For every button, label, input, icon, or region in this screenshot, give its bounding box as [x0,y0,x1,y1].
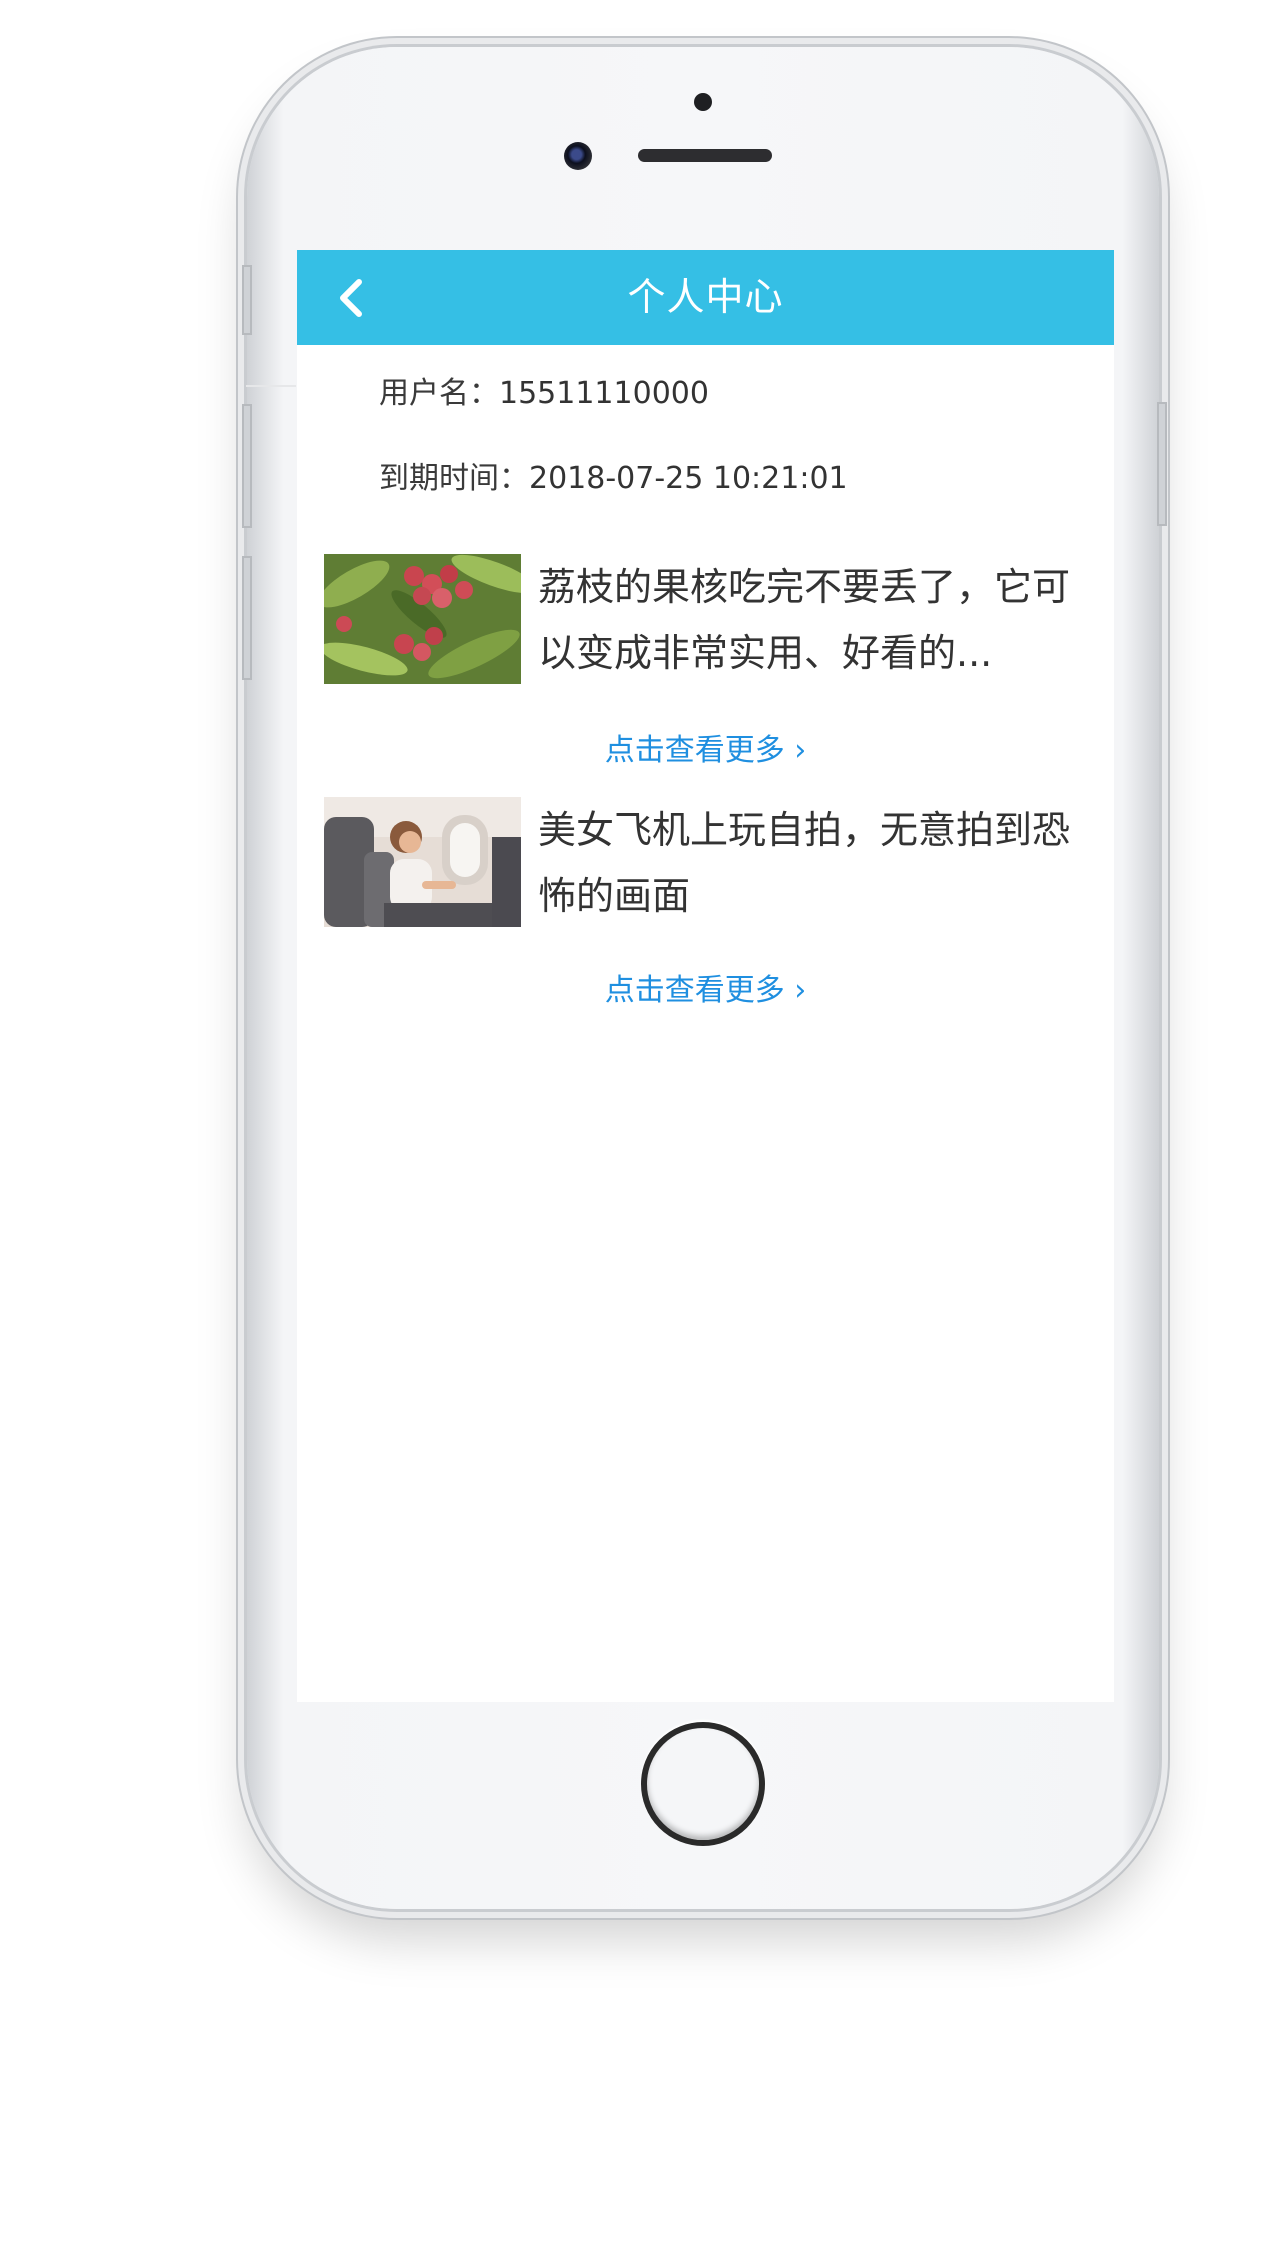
phone-speaker [638,149,772,162]
expire-row: 到期时间：2018-07-25 10:21:01 [379,453,848,497]
view-more-link[interactable]: 点击查看更多 › [297,965,1114,1009]
expire-value: 2018-07-25 10:21:01 [529,461,848,496]
phone-volume-up [242,404,252,528]
article-thumbnail[interactable] [324,797,521,927]
phone-volume-down [242,556,252,680]
page-title: 个人中心 [627,275,784,319]
username-value: 15511110000 [499,376,709,411]
lychee-image [324,554,521,684]
article-thumbnail[interactable] [324,554,521,684]
back-button[interactable] [327,272,379,324]
divider-line [246,385,296,387]
top-navigation-bar: 个人中心 [297,250,1114,345]
phone-mute-switch [242,265,252,335]
article-item[interactable]: 荔枝的果核吃完不要丢了，它可以变成非常实用、好看的... [324,554,1084,686]
front-camera [564,142,592,170]
expire-label: 到期时间： [379,461,529,496]
home-button[interactable] [641,1722,765,1846]
phone-power-button [1157,402,1167,526]
airplane-woman-image [324,797,521,927]
chevron-left-icon [340,279,362,317]
app-screen: 个人中心 用户名：15511110000 到期时间：2018-07-25 10:… [297,250,1114,1702]
article-item[interactable]: 美女飞机上玩自拍，无意拍到恐怖的画面 [324,797,1084,929]
phone-sensor [694,93,712,111]
username-label: 用户名： [379,376,499,411]
username-row: 用户名：15511110000 [379,368,709,412]
view-more-link[interactable]: 点击查看更多 › [297,725,1114,769]
article-title[interactable]: 荔枝的果核吃完不要丢了，它可以变成非常实用、好看的... [538,554,1078,686]
article-title[interactable]: 美女飞机上玩自拍，无意拍到恐怖的画面 [538,797,1078,929]
